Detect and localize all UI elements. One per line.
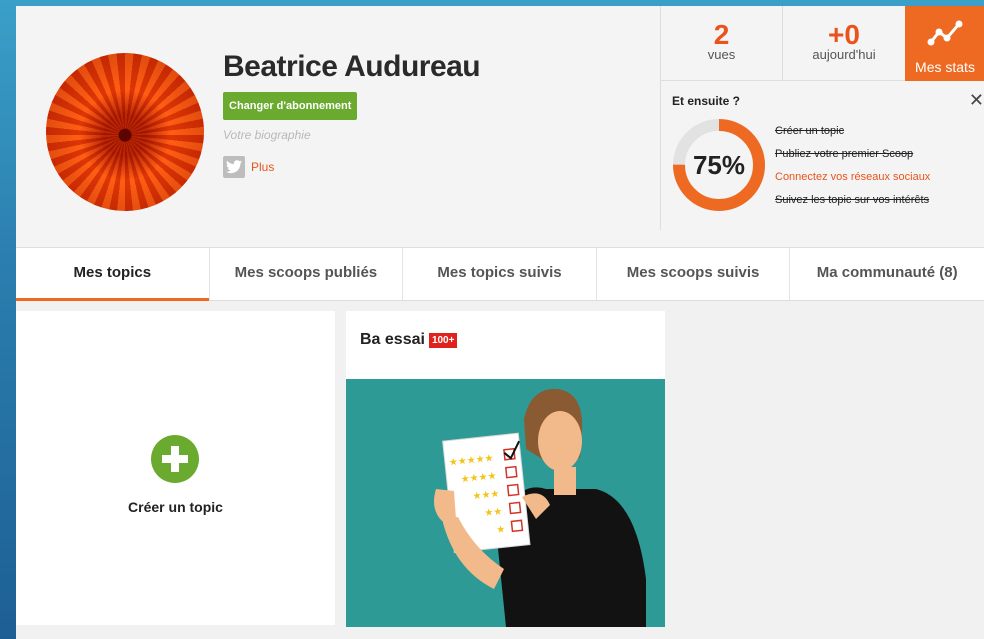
topic-illustration: ★★★★★ ★★★★ ★★★ ★★ ★ (346, 379, 665, 627)
today-count: +0 (828, 19, 860, 50)
step-create-topic[interactable]: Créer un topic (775, 120, 930, 143)
profile-page: Beatrice Audureau Changer d'abonnement V… (16, 6, 984, 639)
topic-title: Ba essai 100+ (360, 331, 458, 349)
tab-published-scoops[interactable]: Mes scoops publiés (210, 248, 404, 300)
stats-trend-icon (927, 20, 963, 46)
add-icon[interactable] (151, 435, 199, 483)
next-steps-title: Et ensuite ? (672, 94, 741, 108)
topic-card[interactable]: Ba essai 100+ ★★★★★ ★★★★ ★★★ ★★ ★ (346, 311, 665, 627)
svg-text:★: ★ (496, 524, 506, 536)
views-label: vues (707, 47, 736, 62)
profile-tabs: Mes topics Mes scoops publiés Mes topics… (16, 247, 984, 301)
tab-followed-topics[interactable]: Mes topics suivis (403, 248, 597, 300)
today-stat: +0 aujourd'hui (783, 6, 905, 81)
change-subscription-button[interactable]: Changer d'abonnement (223, 92, 358, 120)
close-icon[interactable]: ✕ (969, 90, 984, 111)
tab-my-topics[interactable]: Mes topics (16, 248, 210, 301)
create-topic-card[interactable]: Créer un topic (16, 311, 335, 625)
social-more-link[interactable]: Plus (251, 160, 274, 174)
next-steps-list: Créer un topic Publiez votre premier Sco… (775, 120, 930, 212)
tab-followed-scoops[interactable]: Mes scoops suivis (597, 248, 791, 300)
views-stat: 2 vues (661, 6, 783, 81)
profile-name: Beatrice Audureau (223, 50, 481, 83)
views-count: 2 (713, 19, 730, 50)
create-topic-label: Créer un topic (128, 499, 223, 515)
tab-community[interactable]: Ma communauté (8) (790, 248, 984, 300)
today-label: aujourd'hui (812, 47, 876, 62)
social-links: Plus (223, 156, 274, 178)
step-follow-topics[interactable]: Suivez les topic sur vos intérêts (775, 189, 930, 212)
twitter-icon[interactable] (223, 156, 245, 178)
progress-percent: 75% (692, 150, 746, 180)
svg-text:★★: ★★ (484, 506, 503, 519)
avatar[interactable] (46, 53, 204, 211)
biography-field[interactable]: Votre biographie (223, 128, 311, 142)
topic-badge: 100+ (428, 332, 458, 348)
my-stats-label: Mes stats (915, 59, 975, 75)
step-connect-social[interactable]: Connectez vos réseaux sociaux (775, 166, 930, 189)
topic-title-text: Ba essai (360, 331, 425, 348)
step-publish-scoop[interactable]: Publiez votre premier Scoop (775, 143, 930, 166)
my-stats-button[interactable]: Mes stats (905, 6, 984, 81)
stats-panel: 2 vues +0 aujourd'hui Mes stats Et ensui… (660, 6, 984, 230)
stats-row: 2 vues +0 aujourd'hui Mes stats (661, 6, 984, 81)
